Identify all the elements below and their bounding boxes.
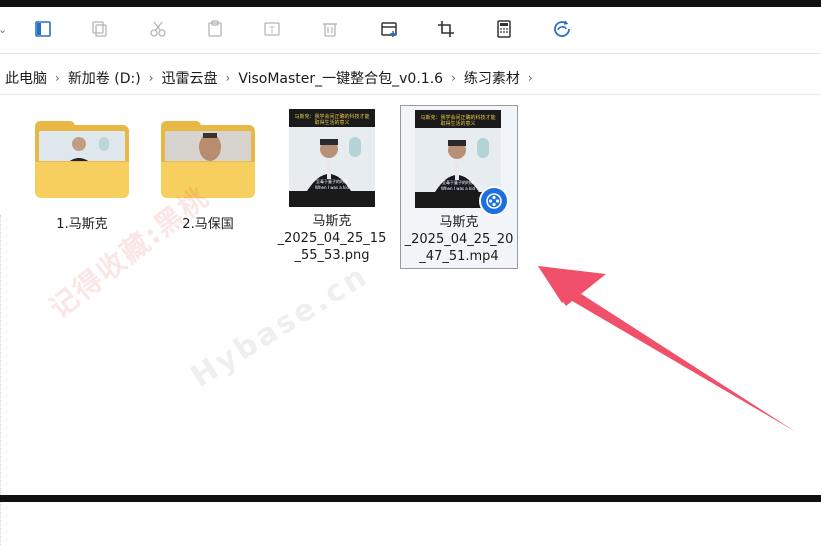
window-bottom-edge <box>0 495 821 502</box>
annotation-arrow <box>538 266 796 432</box>
